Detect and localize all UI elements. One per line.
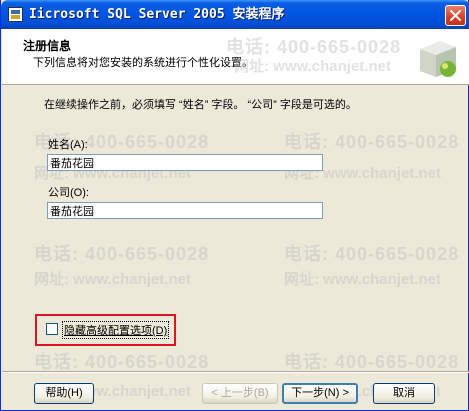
setup-box-icon [420,41,456,77]
back-button[interactable]: < 上一步(B) [202,383,278,404]
watermark-site: 网址: www.chanjet.net [34,271,191,288]
title-bar[interactable]: Iicrosoft SQL Server 2005 安装程序 [1,0,469,29]
wizard-header: 注册信息 下列信息将对您安装的系统进行个性化设置。 [2,29,469,85]
name-label: 姓名(A): [48,139,88,151]
name-field[interactable] [47,154,323,171]
close-button[interactable] [445,5,466,26]
footer-separator [2,371,469,373]
cancel-button[interactable]: 取消 [373,383,435,404]
instructions-text: 在继续操作之前，必须填写 “姓名” 字段。 “公司” 字段是可选的。 [44,99,357,111]
sql-server-icon [8,7,23,22]
company-field[interactable] [47,202,323,219]
hide-advanced-label[interactable]: 隐藏高级配置选项(D) [62,321,170,339]
installer-window: Iicrosoft SQL Server 2005 安装程序 注册信息 下列信息… [0,0,469,411]
help-button[interactable]: 帮助(H) [34,383,94,404]
watermark-site: 网址: www.chanjet.net [284,271,441,288]
page-subtitle: 下列信息将对您安装的系统进行个性化设置。 [33,57,253,69]
watermark-phone: 电话: 400-665-0028 [34,244,210,264]
next-button[interactable]: 下一步(N) > [282,383,358,404]
watermark-phone: 电话: 400-665-0028 [284,132,460,152]
hide-advanced-checkbox[interactable] [46,323,58,335]
page-title: 注册信息 [23,39,72,53]
company-label: 公司(O): [48,187,89,199]
window-title: Iicrosoft SQL Server 2005 安装程序 [29,7,285,22]
close-icon [450,10,461,21]
watermark-phone: 电话: 400-665-0028 [284,244,460,264]
